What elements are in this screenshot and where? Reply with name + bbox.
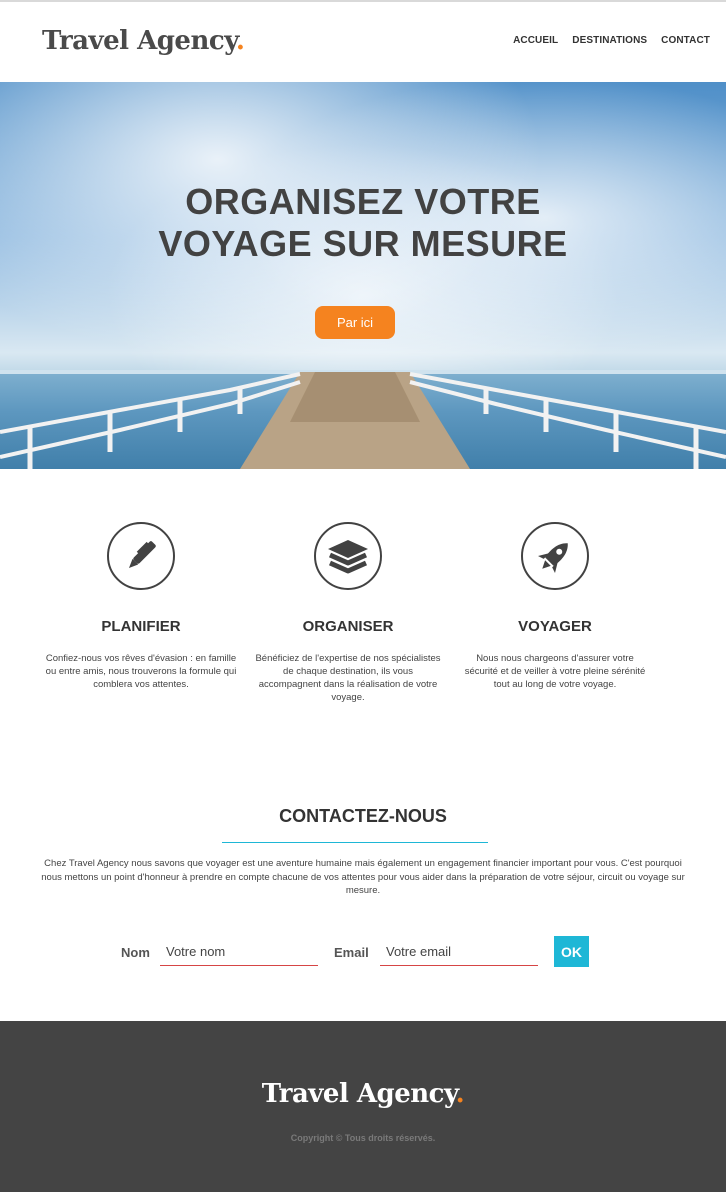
footer-logo[interactable]: Travel Agency. bbox=[0, 1079, 726, 1109]
main-nav: ACCUEIL DESTINATIONS CONTACT bbox=[513, 35, 710, 46]
pier-image bbox=[0, 372, 726, 469]
hero-title-line1: ORGANISEZ VOTRE bbox=[185, 181, 541, 222]
footer-logo-text: Travel Agency bbox=[261, 1079, 456, 1109]
feature-text: Confiez-nous vos rêves d'évasion : en fa… bbox=[45, 653, 237, 690]
features-section: PLANIFIER Confiez-nous vos rêves d'évasi… bbox=[0, 520, 726, 720]
name-label: Nom bbox=[121, 945, 150, 960]
hero-banner: ORGANISEZ VOTRE VOYAGE SUR MESURE Par ic… bbox=[0, 82, 726, 469]
email-label: Email bbox=[334, 945, 369, 960]
feature-text: Nous nous chargeons d'assurer votre sécu… bbox=[464, 653, 646, 690]
par-ici-button[interactable]: Par ici bbox=[315, 306, 395, 339]
nav-accueil[interactable]: ACCUEIL bbox=[513, 35, 558, 46]
nav-contact[interactable]: CONTACT bbox=[661, 35, 710, 46]
footer-logo-dot: . bbox=[455, 1079, 465, 1109]
contact-text: Chez Travel Agency nous savons que voyag… bbox=[41, 858, 685, 896]
logo[interactable]: Travel Agency. bbox=[42, 26, 245, 56]
email-input[interactable] bbox=[380, 938, 538, 966]
logo-text: Travel Agency bbox=[42, 26, 236, 56]
contact-form: Nom Email OK bbox=[0, 936, 726, 970]
name-input[interactable] bbox=[160, 938, 318, 966]
pen-icon bbox=[107, 522, 175, 590]
feature-planifier: PLANIFIER Confiez-nous vos rêves d'évasi… bbox=[41, 520, 241, 691]
feature-title: ORGANISER bbox=[302, 618, 394, 635]
contact-title: CONTACTEZ-NOUS bbox=[279, 806, 447, 826]
contact-divider bbox=[222, 842, 488, 843]
copyright: Copyright © Tous droits réservés. bbox=[290, 1133, 436, 1143]
site-footer: Travel Agency. Copyright © Tous droits r… bbox=[0, 1021, 726, 1192]
rocket-icon bbox=[521, 522, 589, 590]
feature-voyager: VOYAGER Nous nous chargeons d'assurer vo… bbox=[455, 520, 655, 691]
hero-title: ORGANISEZ VOTRE VOYAGE SUR MESURE bbox=[0, 182, 726, 266]
feature-title: VOYAGER bbox=[518, 618, 592, 635]
site-header: Travel Agency. ACCUEIL DESTINATIONS CONT… bbox=[0, 2, 726, 82]
feature-title: PLANIFIER bbox=[101, 618, 181, 635]
layers-icon bbox=[314, 522, 382, 590]
logo-dot: . bbox=[235, 26, 245, 56]
feature-organiser: ORGANISER Bénéficiez de l'expertise de n… bbox=[248, 520, 448, 704]
hero-title-line2: VOYAGE SUR MESURE bbox=[158, 223, 568, 264]
feature-text: Bénéficiez de l'expertise de nos spécial… bbox=[255, 653, 441, 703]
submit-button[interactable]: OK bbox=[554, 936, 589, 967]
nav-destinations[interactable]: DESTINATIONS bbox=[572, 35, 647, 46]
